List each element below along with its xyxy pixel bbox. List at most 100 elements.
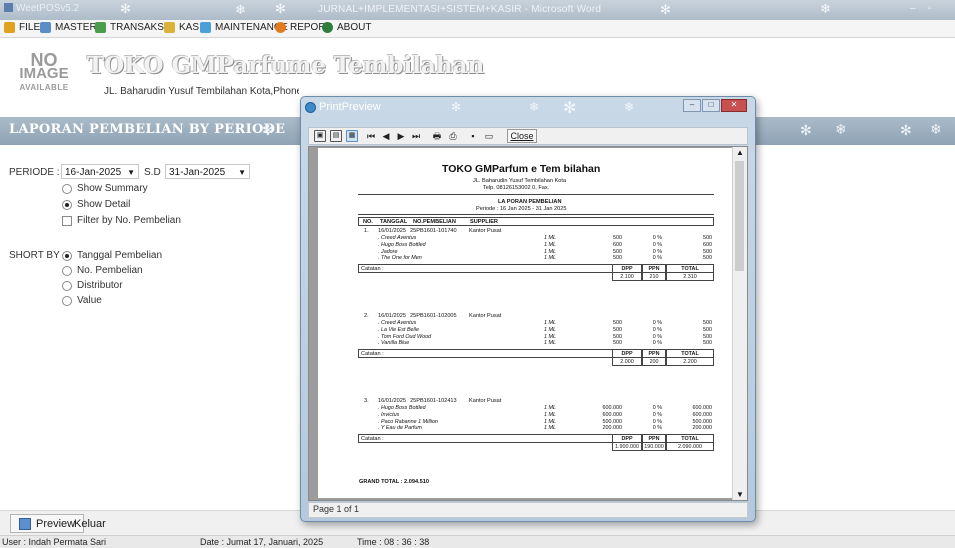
item-discount: 0 % [652, 418, 662, 425]
radio-sort-distributor[interactable] [62, 280, 72, 291]
app-title-bar: WeetPOSv5.2 JURNAL+IMPLEMENTASI+SISTEM+K… [0, 0, 955, 20]
master-icon [40, 22, 51, 33]
radio-sort-tanggal[interactable] [62, 250, 72, 261]
item-discount: 0 % [652, 235, 662, 241]
show-detail-option[interactable]: Show Detail [62, 199, 130, 210]
item-qty: 1 ML [544, 326, 556, 333]
snowflake-icon: ❄ [529, 100, 540, 114]
radio-show-detail[interactable] [62, 199, 72, 210]
last-page-icon[interactable]: ⏭ [410, 130, 422, 142]
print-preview-window-controls: – □ ✕ [683, 99, 747, 112]
snowflake-icon: ✻ [660, 2, 671, 17]
option-label: Tanggal Pembelian [77, 250, 163, 261]
next-page-icon[interactable]: ▶ [395, 130, 407, 142]
menu-kas[interactable]: KAS [164, 22, 199, 33]
menu-transaksi[interactable]: TRANSAKSI [95, 22, 167, 33]
prev-page-icon[interactable]: ◀ [380, 130, 392, 142]
radio-sort-value[interactable] [62, 295, 72, 306]
date-to-picker[interactable]: 31-Jan-2025 ▼ [165, 164, 250, 179]
dropdown-arrow-icon[interactable]: ▼ [238, 165, 246, 180]
group-date: 16/01/2025 [378, 313, 406, 319]
sort-value-option[interactable]: Value [62, 295, 102, 306]
menu-about[interactable]: ABOUT [322, 22, 371, 33]
kas-icon [164, 22, 175, 33]
menu-file[interactable]: FILE [4, 22, 40, 33]
print-preview-status: Page 1 of 1 [308, 502, 748, 518]
preview-icon [19, 517, 31, 530]
item-discount: 0 % [652, 255, 662, 262]
item-price: 200.000 [602, 425, 623, 432]
col-supplier: SUPPLIER [470, 219, 498, 225]
scroll-thumb[interactable] [735, 161, 744, 271]
sum-value-ppn: 200 [642, 357, 666, 367]
item-qty: 1 ML [544, 411, 556, 418]
snowflake-icon: ✻ [563, 100, 577, 117]
group-purchase-no: 25PB1601-102005 [410, 313, 457, 319]
show-summary-option[interactable]: Show Summary [62, 183, 148, 194]
item-name: . Creed Aventus [378, 235, 417, 241]
dropdown-arrow-icon[interactable]: ▼ [127, 165, 135, 180]
catatan-label: Catatan : [361, 436, 384, 443]
item-qty: 1 ML [544, 425, 556, 432]
date-from-picker[interactable]: 16-Jan-2025 ▼ [61, 164, 139, 179]
item-price: 600.000 [602, 405, 623, 411]
group-date: 16/01/2025 [378, 398, 406, 404]
maximize-button[interactable]: ▫ [928, 3, 932, 14]
zoom-100-icon[interactable]: ▦ [346, 130, 358, 142]
group-no: 2. [364, 313, 369, 319]
sum-value-ppn: 210 [642, 272, 666, 282]
pp-minimize-button[interactable]: – [683, 99, 701, 112]
report-page-title: LAPORAN PEMBELIAN BY PERIODE [9, 122, 286, 137]
item-total: 500 [703, 248, 712, 255]
save-icon[interactable]: ▪ [467, 130, 479, 142]
item-qty: 1 ML [544, 333, 556, 340]
item-total: 500 [703, 320, 712, 326]
menu-label: MASTER [55, 22, 97, 33]
snowflake-icon: ✻ [275, 1, 286, 16]
item-name: . Y Eau de Parfum [378, 425, 422, 432]
pp-maximize-button[interactable]: □ [702, 99, 720, 112]
catatan-label: Catatan : [361, 266, 384, 273]
print-preview-window[interactable]: PrintPreview ✻ ❄ ✻ ❄ – □ ✕ ▣ ▤ ▦ ⏮ ◀ ▶ ⏭… [300, 96, 756, 522]
item-name: . Hugo Boss Bottled [378, 405, 426, 411]
scroll-up-icon[interactable]: ▲ [736, 148, 744, 157]
keluar-button[interactable]: Keluar [66, 514, 114, 533]
minimize-button[interactable]: – [910, 3, 916, 14]
preview-viewport[interactable]: TOKO GMParfum e Tem bilahan JL. Baharudi… [308, 146, 748, 501]
filter-no-pembelian-option[interactable]: Filter by No. Pembelian [62, 215, 181, 226]
sort-distributor-option[interactable]: Distributor [62, 280, 123, 291]
checkbox-filter-no-pembelian[interactable] [62, 215, 72, 226]
catatan-label: Catatan : [361, 351, 384, 358]
group-no: 3. [364, 398, 369, 404]
close-preview-button[interactable]: Close [507, 129, 537, 143]
window-center-title: JURNAL+IMPLEMENTASI+SISTEM+KASIR - Micro… [318, 4, 602, 15]
print-setup-icon[interactable]: ⎙ [447, 130, 459, 142]
sort-no-pembelian-option[interactable]: No. Pembelian [62, 265, 143, 276]
snowflake-icon: ✻ [262, 122, 274, 138]
report-phone: Telp. 08126153002 0, Fax. [483, 185, 550, 191]
preview-vertical-scrollbar[interactable]: ▲ ▼ [732, 147, 747, 500]
radio-sort-no-pembelian[interactable] [62, 265, 72, 276]
divider [358, 214, 714, 215]
open-icon[interactable]: ▭ [483, 130, 495, 142]
radio-show-summary[interactable] [62, 183, 72, 194]
item-discount: 0 % [652, 326, 662, 333]
scroll-down-icon[interactable]: ▼ [736, 490, 744, 499]
first-page-icon[interactable]: ⏮ [365, 130, 377, 142]
menu-label: ABOUT [337, 22, 372, 33]
sort-tanggal-option[interactable]: Tanggal Pembelian [62, 250, 162, 261]
option-label: No. Pembelian [77, 265, 143, 276]
zoom-page-width-icon[interactable]: ▤ [330, 130, 342, 142]
maintenance-icon [200, 22, 211, 33]
item-qty: 1 ML [544, 248, 556, 255]
option-label: Distributor [77, 280, 123, 291]
menu-master[interactable]: MASTER [40, 22, 97, 33]
zoom-whole-page-icon[interactable]: ▣ [314, 130, 326, 142]
item-name: . Paco Rabanne 1 Million [378, 418, 438, 425]
snowflake-icon: ❄ [624, 100, 635, 114]
sd-label: S.D [144, 167, 161, 178]
report-address: JL. Baharudin Yusuf Tembilahan Kota [473, 178, 567, 184]
pp-close-window-button[interactable]: ✕ [721, 99, 747, 112]
keluar-label: Keluar [74, 517, 106, 530]
print-icon[interactable]: 🖶 [431, 130, 443, 142]
